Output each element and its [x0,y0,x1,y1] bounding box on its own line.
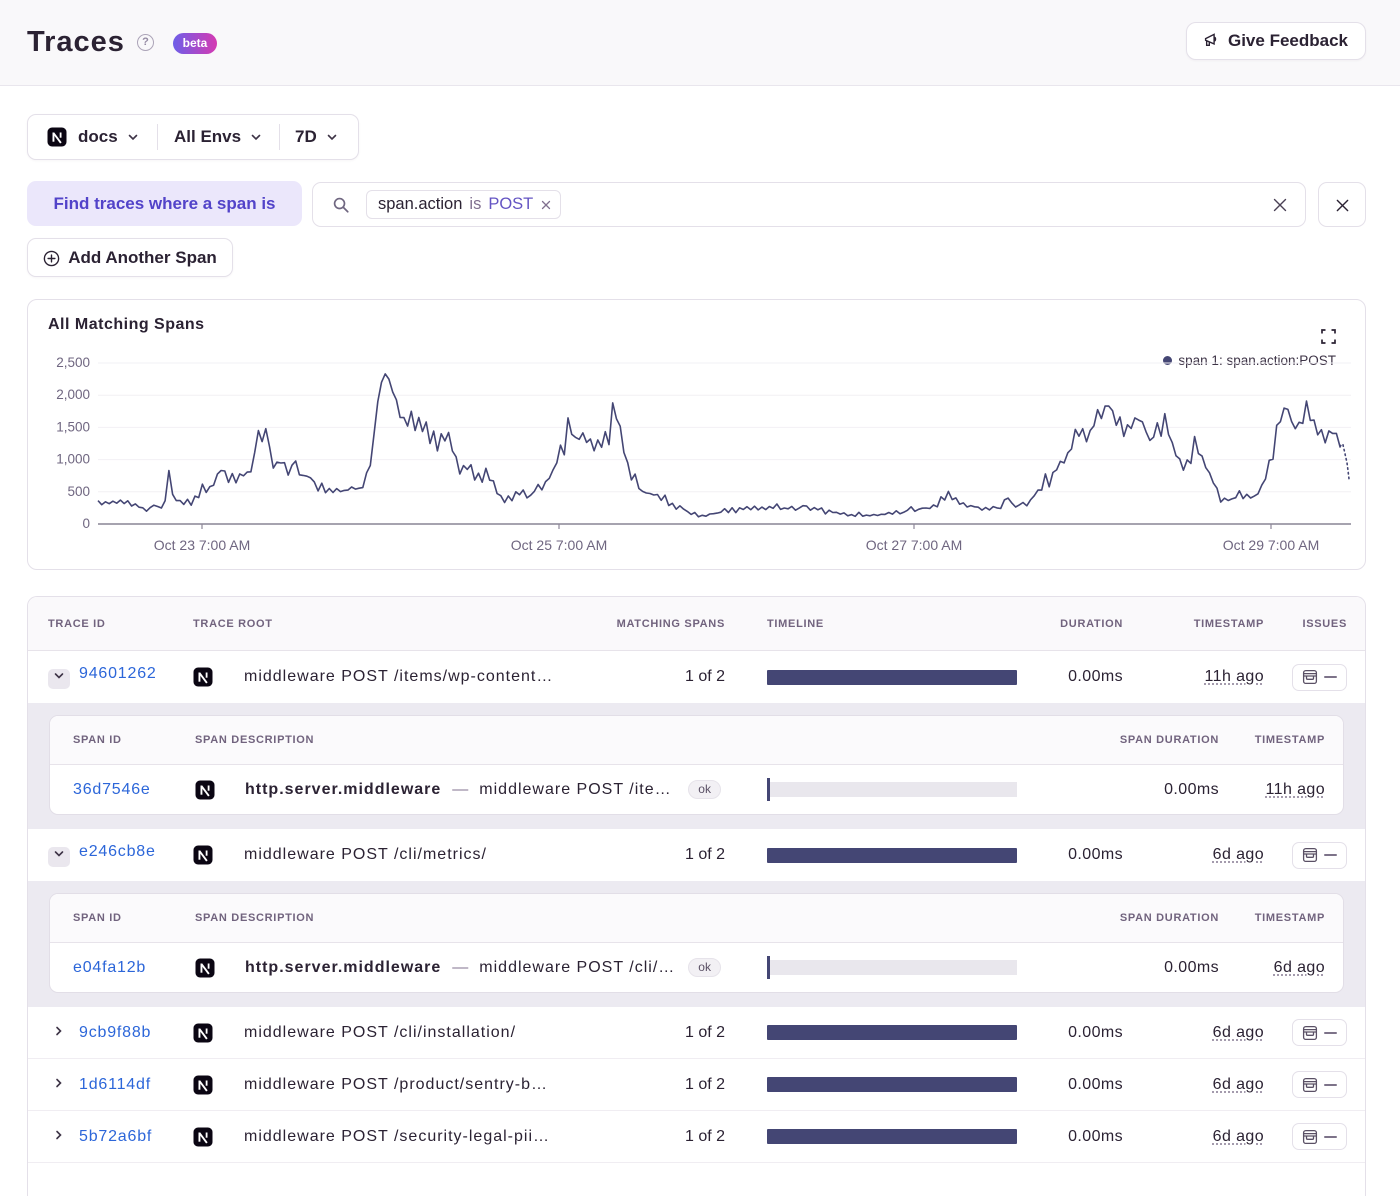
svg-text:1,000: 1,000 [56,452,90,467]
svg-text:Oct 27 7:00 AM: Oct 27 7:00 AM [866,537,963,553]
svg-text:500: 500 [67,484,90,499]
svg-text:Oct 25 7:00 AM: Oct 25 7:00 AM [511,537,608,553]
svg-text:1,500: 1,500 [56,419,90,434]
svg-text:Oct 29 7:00 AM: Oct 29 7:00 AM [1223,537,1320,553]
svg-text:Oct 23 7:00 AM: Oct 23 7:00 AM [154,537,251,553]
svg-text:2,000: 2,000 [56,387,90,402]
svg-text:0: 0 [82,516,90,531]
svg-text:2,500: 2,500 [56,355,90,370]
